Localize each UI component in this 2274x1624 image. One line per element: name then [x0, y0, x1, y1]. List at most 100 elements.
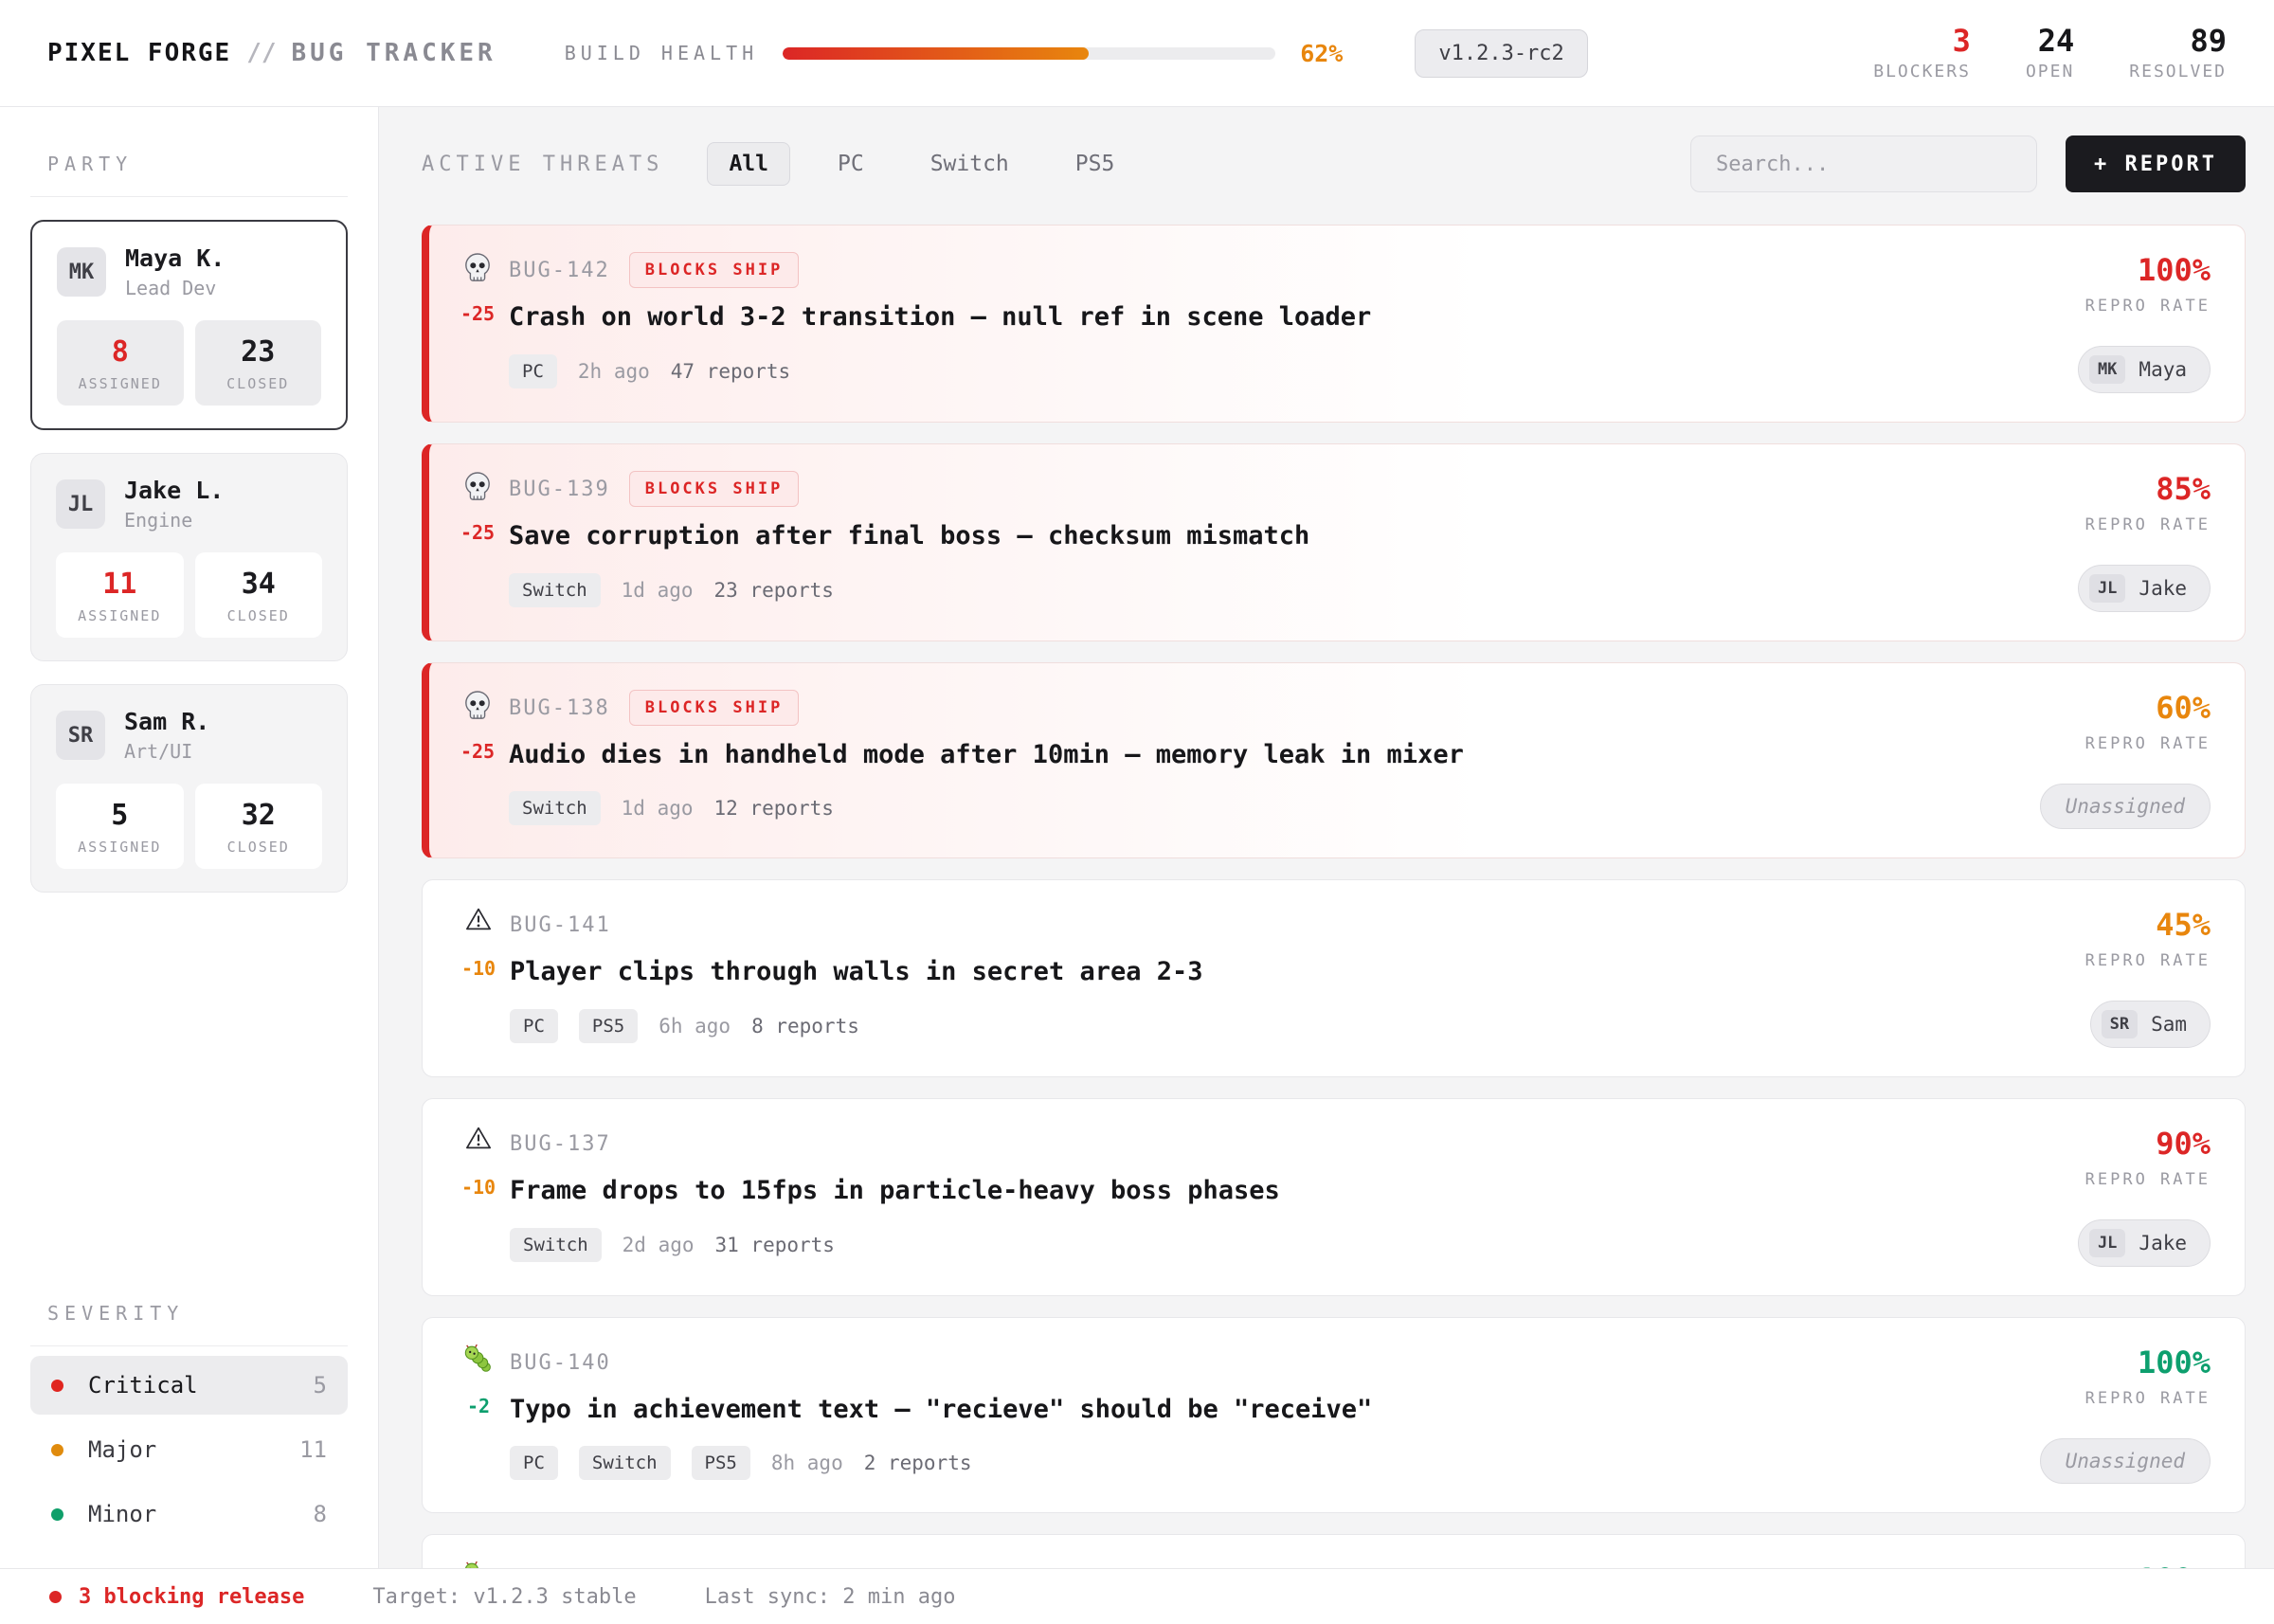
party-member-maya[interactable]: MK Maya K. Lead Dev 8 ASSIGNED 23 CLOSED [30, 220, 348, 430]
bug-meta: PC Switch PS5 8h ago 2 reports [510, 1442, 2040, 1484]
severity-filter-minor[interactable]: Minor 8 [30, 1485, 348, 1543]
warning-icon [465, 1126, 492, 1162]
major-dot-icon [51, 1444, 63, 1456]
bug-card-141[interactable]: BUG-141 45% -10 Player clips through wal… [422, 879, 2246, 1077]
platform-chip: Switch [510, 1228, 602, 1262]
repro-rate-label: REPRO RATE [2085, 515, 2211, 550]
search-input[interactable] [1690, 135, 2037, 192]
tab-ps5[interactable]: PS5 [1056, 142, 1134, 186]
bug-age: 1d ago [622, 797, 694, 820]
release-target: Target: v1.2.3 stable [372, 1585, 636, 1609]
bug-id-row: BUG-137 [510, 1126, 2078, 1162]
bug-id-row: BUG-142 BLOCKS SHIP [509, 252, 2078, 288]
bug-card-139[interactable]: BUG-139 BLOCKS SHIP 85% -25 Save corrupt… [422, 443, 2246, 641]
stat-open: 24 OPEN [2026, 25, 2074, 81]
bug-id: BUG-140 [510, 1351, 611, 1375]
stat-blockers-value: 3 [1873, 25, 1971, 58]
assignee-cell: Unassigned [2040, 784, 2211, 829]
assignee-pill[interactable]: JL Jake [2078, 565, 2211, 612]
assigned-value: 5 [56, 799, 184, 832]
bug-card-138[interactable]: BUG-138 BLOCKS SHIP 60% -25 Audio dies i… [422, 662, 2246, 858]
member-role: Lead Dev [125, 277, 225, 299]
assignee-avatar: JL [2089, 1229, 2125, 1257]
bug-icon [464, 1561, 493, 1568]
app-header: PIXEL FORGE // BUG TRACKER BUILD HEALTH … [0, 0, 2274, 107]
assignee-pill[interactable]: SR Sam [2090, 1001, 2211, 1048]
bug-card-142[interactable]: BUG-142 BLOCKS SHIP 100% -25 Crash on wo… [422, 225, 2246, 423]
build-health-bar [783, 47, 1275, 60]
bug-card-137[interactable]: BUG-137 90% -10 Frame drops to 15fps in … [422, 1098, 2246, 1296]
severity-filter-critical[interactable]: Critical 5 [30, 1356, 348, 1415]
assignee-pill[interactable]: MK Maya [2078, 346, 2211, 393]
assignee-avatar: SR [2102, 1010, 2138, 1038]
stat-open-label: OPEN [2026, 62, 2074, 81]
repro-rate-label: REPRO RATE [2085, 734, 2211, 769]
tab-all[interactable]: All [707, 142, 790, 186]
last-sync: Last sync: 2 min ago [705, 1585, 956, 1609]
repro-rate-value: 100% [2138, 252, 2211, 288]
assignee-cell: MK Maya [2078, 346, 2211, 393]
assigned-stat: 5 ASSIGNED [56, 784, 184, 869]
repro-rate-value: 100% [2138, 1344, 2211, 1380]
critical-dot-icon [51, 1380, 63, 1392]
tab-pc[interactable]: PC [819, 142, 883, 186]
bug-id-row: BUG-141 [510, 907, 2085, 943]
severity-list: Critical 5 Major 11 Minor 8 [30, 1356, 348, 1543]
bug-id: BUG-142 [509, 259, 610, 282]
bug-title: Save corruption after final boss — check… [509, 521, 2078, 550]
assignee-cell: JL Jake [2078, 565, 2211, 612]
skull-icon [463, 690, 492, 726]
bug-meta: Switch 1d ago 23 reports [509, 568, 2078, 612]
repro-rate-label: REPRO RATE [2085, 1389, 2211, 1424]
assignee-pill[interactable]: JL Jake [2078, 1219, 2211, 1267]
unassigned-pill[interactable]: Unassigned [2040, 784, 2211, 829]
bug-id: BUG-138 [509, 696, 610, 720]
stat-resolved-value: 89 [2129, 25, 2227, 58]
sidebar: PARTY MK Maya K. Lead Dev 8 ASSIGNED 23 … [0, 107, 379, 1568]
assignee-name: Sam [2151, 1013, 2187, 1036]
member-name: Sam R. [124, 708, 209, 735]
closed-value: 23 [195, 335, 322, 369]
platform-chip: Switch [579, 1446, 671, 1480]
bug-tracker-app: PIXEL FORGE // BUG TRACKER BUILD HEALTH … [0, 0, 2274, 1624]
repro-rate-value: 90% [2156, 1126, 2211, 1162]
avatar: MK [57, 247, 106, 297]
tab-switch[interactable]: Switch [911, 142, 1028, 186]
repro-rate-label: REPRO RATE [2085, 1170, 2211, 1205]
build-health: BUILD HEALTH 62% [565, 40, 1344, 67]
stat-blockers-label: BLOCKERS [1873, 62, 1971, 81]
assigned-label: ASSIGNED [56, 839, 184, 856]
repro-rate-label: REPRO RATE [2085, 297, 2211, 332]
bug-title: Audio dies in handheld mode after 10min … [509, 740, 2040, 769]
assigned-stat: 8 ASSIGNED [57, 320, 184, 406]
platform-chip: Switch [509, 573, 601, 607]
assignee-cell: SR Sam [2090, 1001, 2211, 1048]
bug-id-row: BUG-138 BLOCKS SHIP [509, 690, 2040, 726]
bug-card-136[interactable]: BUG-136 100% -2 Controller rumble too ag… [422, 1534, 2246, 1568]
bug-title: Crash on world 3-2 transition — null ref… [509, 302, 2078, 332]
member-role: Engine [124, 509, 224, 532]
closed-label: CLOSED [195, 375, 322, 392]
brand-sub: BUG TRACKER [292, 39, 496, 67]
party-member-jake[interactable]: JL Jake L. Engine 11 ASSIGNED 34 CLOSED [30, 453, 348, 661]
skull-icon [463, 252, 492, 288]
blocks-ship-badge: BLOCKS SHIP [629, 471, 800, 507]
report-button[interactable]: + REPORT [2066, 135, 2246, 192]
bug-card-140[interactable]: BUG-140 100% -2 Typo in achievement text… [422, 1317, 2246, 1513]
bug-reports-count: 31 reports [715, 1234, 835, 1256]
assignee-cell: Unassigned [2040, 1438, 2211, 1484]
brand-divider: // [246, 39, 276, 67]
bug-reports-count: 23 reports [714, 579, 834, 602]
severity-count: 11 [299, 1436, 327, 1463]
party-member-sam[interactable]: SR Sam R. Art/UI 5 ASSIGNED 32 CLOSED [30, 684, 348, 893]
assigned-value: 11 [56, 568, 184, 601]
severity-filter-major[interactable]: Major 11 [30, 1420, 348, 1479]
assignee-cell: JL Jake [2078, 1219, 2211, 1267]
assignee-name: Jake [2139, 577, 2187, 600]
blocks-ship-badge: BLOCKS SHIP [629, 690, 800, 726]
bug-reports-count: 2 reports [864, 1452, 972, 1474]
unassigned-pill[interactable]: Unassigned [2040, 1438, 2211, 1484]
bug-age: 6h ago [659, 1015, 731, 1038]
avatar: JL [56, 479, 105, 529]
stat-resolved: 89 RESOLVED [2129, 25, 2227, 81]
